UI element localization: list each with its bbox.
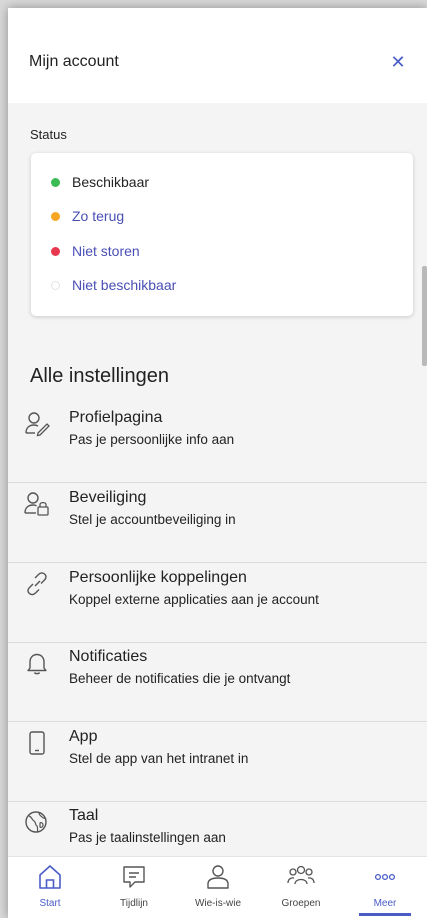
nav-label: Meer [373, 898, 397, 909]
link-icon [27, 572, 47, 596]
setting-app[interactable]: App Stel de app van het intranet in [8, 724, 427, 802]
setting-subtitle: Pas je persoonlijke info aan [69, 432, 235, 447]
nav-item-groups[interactable]: Groepen [259, 857, 343, 918]
setting-subtitle: Beheer de notificaties die je ontvangt [69, 671, 291, 686]
nav-item-timeline[interactable]: Tijdlijn [92, 857, 176, 918]
phone-icon [29, 731, 45, 755]
nav-label: Tijdlijn [120, 898, 148, 909]
setting-profile[interactable]: Profielpagina Pas je persoonlijke info a… [8, 405, 427, 483]
divider [8, 482, 427, 483]
person-icon [207, 865, 229, 889]
status-label: Status [30, 127, 67, 142]
setting-title: App [69, 728, 98, 745]
divider [8, 721, 427, 722]
status-option-do-not-disturb[interactable]: Niet storen [51, 241, 140, 261]
status-option-label: Beschikbaar [72, 174, 150, 190]
setting-title: Notificaties [69, 648, 148, 665]
nav-label: Start [39, 898, 61, 909]
close-icon: ✕ [390, 52, 406, 72]
status-option-label: Niet storen [72, 243, 140, 259]
setting-title: Taal [69, 807, 99, 824]
scrollbar[interactable] [422, 266, 427, 366]
active-tab-indicator [359, 913, 411, 916]
close-button[interactable]: ✕ [388, 52, 408, 72]
offline-dot-icon [51, 280, 60, 290]
setting-title: Beveiliging [69, 489, 147, 506]
setting-subtitle: Pas je taalinstellingen aan [69, 830, 226, 845]
setting-security[interactable]: Beveiliging Stel je accountbeveiliging i… [8, 485, 427, 563]
person-lock-icon [24, 492, 49, 516]
nav-item-who-is-who[interactable]: Wie-is-wie [176, 857, 260, 918]
nav-item-start[interactable]: Start [8, 857, 92, 918]
away-dot-icon [51, 211, 60, 221]
people-icon [287, 865, 315, 885]
home-icon [39, 865, 61, 889]
setting-notifications[interactable]: Notificaties Beheer de notificaties die … [8, 644, 427, 722]
setting-subtitle: Stel de app van het intranet in [69, 751, 249, 766]
nav-label: Wie-is-wie [194, 898, 242, 909]
more-icon [374, 873, 396, 881]
divider [8, 642, 427, 643]
status-option-available[interactable]: Beschikbaar [51, 172, 149, 192]
globe-icon [25, 811, 47, 833]
settings-heading: Alle instellingen [30, 365, 169, 387]
person-edit-icon [25, 412, 50, 437]
status-option-back-soon[interactable]: Zo terug [51, 206, 124, 226]
divider [8, 801, 427, 802]
chat-icon [123, 866, 145, 888]
setting-subtitle: Koppel externe applicaties aan je accoun… [69, 592, 319, 607]
busy-dot-icon [51, 246, 60, 256]
status-option-unavailable[interactable]: Niet beschikbaar [51, 275, 176, 295]
nav-item-more[interactable]: Meer [343, 857, 427, 918]
setting-title: Persoonlijke koppelingen [69, 569, 247, 586]
nav-label: Groepen [281, 898, 321, 909]
divider [8, 562, 427, 563]
available-dot-icon [51, 177, 60, 187]
setting-title: Profielpagina [69, 409, 163, 426]
setting-personal-links[interactable]: Persoonlijke koppelingen Koppel externe … [8, 565, 427, 643]
status-card: Beschikbaar Zo terug Niet storen Niet be… [31, 153, 413, 316]
bell-icon [27, 653, 47, 675]
page-title: Mijn account [29, 53, 119, 70]
status-option-label: Zo terug [72, 208, 125, 224]
status-option-label: Niet beschikbaar [72, 277, 177, 293]
bottom-nav: Start Tijdlijn Wie-is-wie Groepen Meer [8, 856, 427, 918]
header: Mijn account ✕ [8, 8, 427, 103]
setting-subtitle: Stel je accountbeveiliging in [69, 512, 236, 527]
account-panel: Mijn account ✕ Status Beschikbaar Zo ter… [8, 8, 427, 918]
